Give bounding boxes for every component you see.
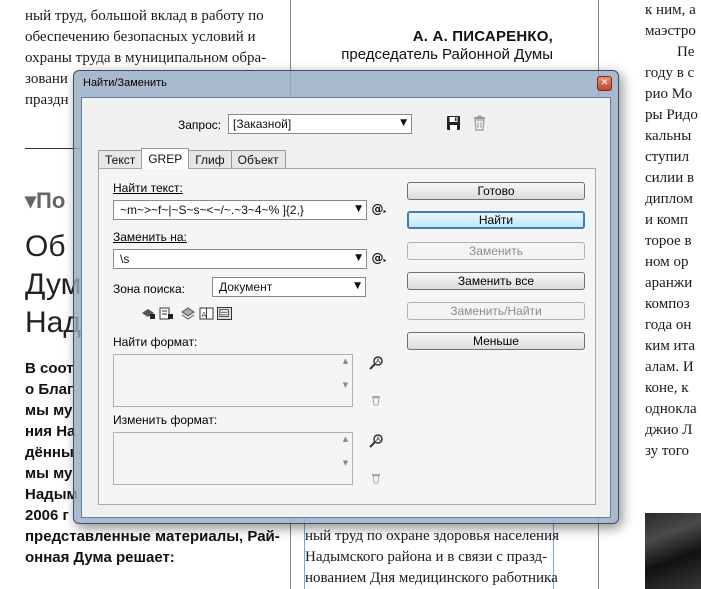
- find-text-label-text: Найти текст:: [113, 181, 183, 195]
- dialog-title: Найти/Заменить: [83, 77, 167, 89]
- search-zone-label: Зона поиска:: [113, 282, 185, 296]
- include-locked-stories-icon[interactable]: [159, 307, 174, 320]
- text-line: коне, к: [645, 380, 689, 396]
- text-line: маэстро: [645, 23, 696, 39]
- replace-value: \s: [120, 252, 130, 266]
- search-zone-value: Документ: [219, 280, 273, 294]
- special-characters-replace-button[interactable]: @▸: [371, 250, 387, 268]
- include-master-pages-icon[interactable]: A: [199, 307, 214, 320]
- text-line: ном ор: [645, 254, 689, 270]
- small-arrow-icon: ▸: [383, 257, 387, 264]
- find-format-box[interactable]: ▲ ▼: [113, 354, 353, 407]
- replace-all-button[interactable]: Заменить все: [407, 272, 585, 290]
- find-text-label: Найти текст:: [113, 181, 183, 195]
- signature-block: А. А. ПИСАРЕНКО, председатель Районной Д…: [341, 28, 553, 65]
- query-label: Запрос:: [178, 118, 222, 132]
- text-line: композ: [645, 296, 690, 312]
- scroll-arrows: ▲ ▼: [342, 435, 349, 467]
- include-hidden-layers-icon[interactable]: [181, 307, 196, 320]
- text-line: ный труд, большой вклад в работу по: [25, 8, 264, 24]
- find-text-input[interactable]: ~m~>~f~|~S~s~<~/~.~3~4~% ]{2,} ▼: [113, 200, 367, 220]
- text-line: однокла: [645, 401, 697, 417]
- query-value: [Заказной]: [233, 117, 292, 131]
- find-text-value: ~m~>~f~|~S~s~<~/~.~3~4~% ]{2,}: [120, 203, 304, 217]
- text-line: диплом: [645, 191, 693, 207]
- text-line: джио Л: [645, 422, 693, 438]
- scroll-arrows: ▲ ▼: [342, 357, 349, 389]
- tab-text[interactable]: Текст: [98, 150, 143, 169]
- lead-line: онная Дума решает:: [25, 549, 175, 566]
- text-line: Пе: [677, 44, 695, 60]
- text-line: ступил: [645, 149, 690, 165]
- fewer-options-button[interactable]: Меньше: [407, 332, 585, 350]
- tab-object[interactable]: Объект: [230, 150, 286, 169]
- close-button[interactable]: ✕: [597, 76, 612, 91]
- done-button[interactable]: Готово: [407, 182, 585, 200]
- find-format-label: Найти формат:: [113, 335, 198, 349]
- text-line: ры Ридо: [645, 107, 698, 123]
- chevron-down-icon: ▼: [354, 281, 361, 291]
- change-format-box[interactable]: ▲ ▼: [113, 432, 353, 485]
- text-line: к ним, а: [645, 2, 696, 18]
- small-arrow-icon: ▸: [383, 208, 387, 215]
- close-icon: ✕: [600, 78, 609, 88]
- text-line: кальны: [645, 128, 692, 144]
- replace-find-button[interactable]: Заменить/Найти: [407, 302, 585, 320]
- text-line: обеспечению безопасных условий и: [25, 29, 256, 45]
- clear-change-format-icon[interactable]: [371, 472, 381, 484]
- replace-button[interactable]: Заменить: [407, 242, 585, 260]
- text-line: алам. И: [645, 359, 694, 375]
- tab-grep[interactable]: GREP: [141, 148, 190, 169]
- section-tag: ▾По: [25, 188, 66, 213]
- chevron-down-icon: ▼: [353, 204, 362, 214]
- article-photo: [645, 513, 701, 589]
- replace-input[interactable]: \s ▼: [113, 249, 367, 269]
- chevron-down-icon: ▼: [400, 118, 407, 128]
- clear-find-format-icon[interactable]: [371, 394, 381, 406]
- text-line: ный труд по охране здоровья населения: [305, 528, 559, 544]
- text-line: охраны труда в муниципальном обра-: [25, 50, 267, 66]
- article-column-right: к ним, а маэстро Пе году в с рио Мо ры Р…: [645, 0, 701, 462]
- dialog-body: Запрос: [Заказной] ▼ Текст GREP Глиф Объ…: [81, 97, 611, 518]
- save-query-icon[interactable]: [446, 115, 461, 131]
- text-line: торое в: [645, 233, 692, 249]
- query-select[interactable]: [Заказной] ▼: [228, 114, 412, 134]
- tab-bar: Текст GREP Глиф Объект: [98, 148, 286, 169]
- signature-role: председатель Районной Думы: [341, 46, 553, 63]
- include-locked-layers-icon[interactable]: [141, 307, 156, 320]
- lead-line: представленные материалы, Рай-: [25, 528, 280, 545]
- tab-glyph[interactable]: Глиф: [188, 150, 232, 169]
- find-button[interactable]: Найти: [407, 211, 585, 229]
- change-format-label: Изменить формат:: [113, 413, 218, 427]
- text-line: силии в: [645, 170, 695, 186]
- text-line: и комп: [645, 212, 689, 228]
- text-line: рио Мо: [645, 86, 693, 102]
- grep-panel: Найти текст: ~m~>~f~|~S~s~<~/~.~3~4~% ]{…: [98, 168, 596, 505]
- text-line: зу того: [645, 443, 689, 459]
- at-icon: @: [371, 202, 384, 216]
- replace-label-text: Заменить на:: [113, 230, 187, 244]
- text-line: нованием Дня медицинского работника: [305, 570, 558, 586]
- include-footnotes-icon[interactable]: [217, 307, 232, 320]
- replace-label: Заменить на:: [113, 230, 187, 244]
- find-replace-dialog: Найти/Заменить ✕ Запрос: [Заказной] ▼ Те…: [73, 70, 619, 524]
- svg-text:A: A: [202, 311, 207, 319]
- text-line: года он: [645, 317, 692, 333]
- delete-query-icon[interactable]: [473, 115, 486, 131]
- text-line: ким ита: [645, 338, 695, 354]
- text-line: году в с: [645, 65, 695, 81]
- text-line: аранжи: [645, 275, 693, 291]
- specify-find-format-icon[interactable]: A: [369, 355, 384, 370]
- horizontal-rule: [25, 148, 80, 149]
- text-line: Надымского района и в связи с празд-: [305, 549, 548, 565]
- search-zone-select[interactable]: Документ ▼: [212, 277, 366, 297]
- at-icon: @: [371, 251, 384, 265]
- search-options: A: [141, 307, 232, 320]
- specify-change-format-icon[interactable]: A: [369, 433, 384, 448]
- special-characters-find-button[interactable]: @▸: [371, 201, 387, 219]
- chevron-down-icon: ▼: [355, 253, 362, 263]
- signature-name: А. А. ПИСАРЕНКО,: [412, 28, 553, 45]
